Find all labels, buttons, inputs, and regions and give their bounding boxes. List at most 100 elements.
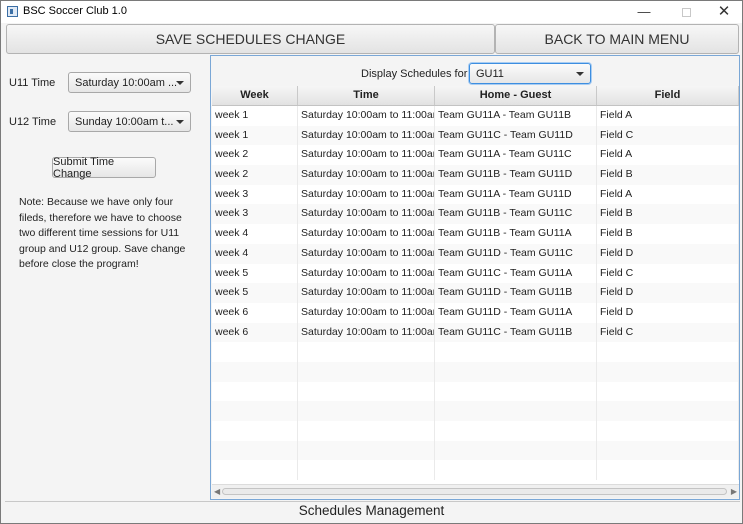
cell-field: Field D (597, 243, 739, 264)
empty-cell (435, 342, 597, 362)
empty-row (212, 342, 739, 362)
table-row[interactable]: week 2 Saturday 10:00am to 11:00am Team GU… (212, 145, 739, 166)
window-title: BSC Soccer Club 1.0 (23, 5, 127, 17)
cell-home-guest: Team GU11A - Team GU11C (435, 145, 597, 166)
empty-cell (298, 460, 435, 481)
table-row[interactable]: week 2 Saturday 10:00am to 11:00am Team GU… (212, 165, 739, 185)
empty-cell (435, 401, 597, 421)
back-to-main-menu-button[interactable]: BACK TO MAIN MENU (495, 24, 739, 54)
empty-cell (298, 361, 435, 382)
empty-cell (435, 460, 597, 481)
cell-field: Field B (597, 204, 739, 225)
cell-time: Saturday 10:00am to 11:00am (298, 224, 435, 244)
cell-field: Field B (597, 224, 739, 244)
empty-row (212, 421, 739, 441)
cell-week: week 4 (212, 243, 298, 264)
cell-field: Field D (597, 302, 739, 323)
horizontal-scrollbar[interactable]: ◀ ▶ (212, 484, 739, 498)
cell-home-guest: Team GU11D - Team GU11C (435, 243, 597, 264)
empty-cell (298, 440, 435, 461)
title-bar: BSC Soccer Club 1.0 — ✕ (1, 1, 742, 23)
scroll-left-icon[interactable]: ◀ (214, 487, 220, 496)
u11-time-label: U11 Time (9, 77, 56, 89)
maximize-icon[interactable] (667, 1, 705, 23)
cell-home-guest: Team GU11A - Team GU11B (435, 106, 597, 126)
save-schedules-button[interactable]: SAVE SCHEDULES CHANGE (6, 24, 495, 54)
empty-cell (597, 401, 739, 421)
submit-time-change-button[interactable]: Submit Time Change (52, 156, 156, 180)
column-header-week[interactable]: Week (212, 86, 298, 105)
empty-cell (597, 381, 739, 402)
table-row[interactable]: week 6 Saturday 10:00am to 11:00am Team GU… (212, 302, 739, 323)
empty-cell (435, 381, 597, 402)
table-body: week 1 Saturday 10:00am to 11:00am Team GU… (212, 106, 739, 481)
note-text: Note: Because we have only four fileds, … (19, 196, 186, 270)
column-header-field[interactable]: Field (597, 86, 739, 105)
table-row[interactable]: week 6 Saturday 10:00am to 11:00am Team GU… (212, 322, 739, 343)
empty-cell (212, 361, 298, 382)
app-icon (7, 6, 18, 17)
empty-cell (212, 342, 298, 362)
empty-cell (435, 361, 597, 382)
empty-row (212, 361, 739, 382)
table-row[interactable]: week 1 Saturday 10:00am to 11:00am Team GU… (212, 106, 739, 126)
cell-home-guest: Team GU11A - Team GU11D (435, 184, 597, 205)
column-header-time[interactable]: Time (298, 86, 435, 105)
empty-cell (212, 440, 298, 461)
table-row[interactable]: week 4 Saturday 10:00am to 11:00am Team GU… (212, 224, 739, 244)
table-row[interactable]: week 1 Saturday 10:00am to 11:00am Team GU… (212, 125, 739, 146)
empty-cell (597, 342, 739, 362)
group-select[interactable]: GU11 (469, 63, 591, 84)
table-row[interactable]: week 5 Saturday 10:00am to 11:00am Team GU… (212, 263, 739, 284)
table-row[interactable]: week 3 Saturday 10:00am to 11:00am Team GU… (212, 204, 739, 225)
cell-field: Field B (597, 165, 739, 185)
cell-time: Saturday 10:00am to 11:00am (298, 322, 435, 343)
cell-week: week 4 (212, 224, 298, 244)
cell-field: Field C (597, 322, 739, 343)
cell-week: week 2 (212, 165, 298, 185)
cell-time: Saturday 10:00am to 11:00am (298, 263, 435, 284)
app-window: BSC Soccer Club 1.0 — ✕ SAVE SCHEDULES C… (0, 0, 743, 524)
cell-home-guest: Team GU11C - Team GU11D (435, 125, 597, 146)
footer-divider (5, 501, 740, 502)
cell-home-guest: Team GU11B - Team GU11D (435, 165, 597, 185)
cell-field: Field D (597, 283, 739, 303)
empty-cell (298, 342, 435, 362)
table-row[interactable]: week 5 Saturday 10:00am to 11:00am Team GU… (212, 283, 739, 303)
cell-home-guest: Team GU11D - Team GU11B (435, 283, 597, 303)
cell-time: Saturday 10:00am to 11:00am (298, 184, 435, 205)
empty-cell (597, 440, 739, 461)
u11-time-select[interactable]: Saturday 10:00am ... (68, 72, 191, 93)
u12-time-select[interactable]: Sunday 10:00am t... (68, 111, 191, 132)
empty-cell (212, 460, 298, 481)
cell-week: week 3 (212, 184, 298, 205)
cell-time: Saturday 10:00am to 11:00am (298, 145, 435, 166)
scroll-right-icon[interactable]: ▶ (731, 487, 737, 496)
cell-time: Saturday 10:00am to 11:00am (298, 165, 435, 185)
empty-row (212, 401, 739, 421)
table-row[interactable]: week 4 Saturday 10:00am to 11:00am Team GU… (212, 243, 739, 264)
close-icon[interactable]: ✕ (705, 1, 743, 23)
empty-cell (298, 401, 435, 421)
cell-time: Saturday 10:00am to 11:00am (298, 106, 435, 126)
empty-cell (212, 381, 298, 402)
cell-week: week 5 (212, 263, 298, 284)
empty-cell (597, 361, 739, 382)
cell-home-guest: Team GU11B - Team GU11A (435, 224, 597, 244)
cell-week: week 6 (212, 322, 298, 343)
scrollbar-thumb[interactable] (222, 488, 727, 495)
schedule-table[interactable]: Week Time Home - Guest Field week 1 Satur… (212, 86, 739, 496)
cell-home-guest: Team GU11C - Team GU11A (435, 263, 597, 284)
cell-week: week 6 (212, 302, 298, 323)
empty-cell (298, 381, 435, 402)
cell-week: week 5 (212, 283, 298, 303)
u12-time-value: Sunday 10:00am t... (75, 116, 174, 128)
table-row[interactable]: week 3 Saturday 10:00am to 11:00am Team GU… (212, 184, 739, 205)
cell-home-guest: Team GU11B - Team GU11C (435, 204, 597, 225)
minimize-icon[interactable]: — (625, 1, 663, 23)
table-header: Week Time Home - Guest Field (212, 86, 739, 106)
column-header-home-guest[interactable]: Home - Guest (435, 86, 597, 105)
cell-home-guest: Team GU11D - Team GU11A (435, 302, 597, 323)
empty-row (212, 460, 739, 481)
cell-time: Saturday 10:00am to 11:00am (298, 204, 435, 225)
